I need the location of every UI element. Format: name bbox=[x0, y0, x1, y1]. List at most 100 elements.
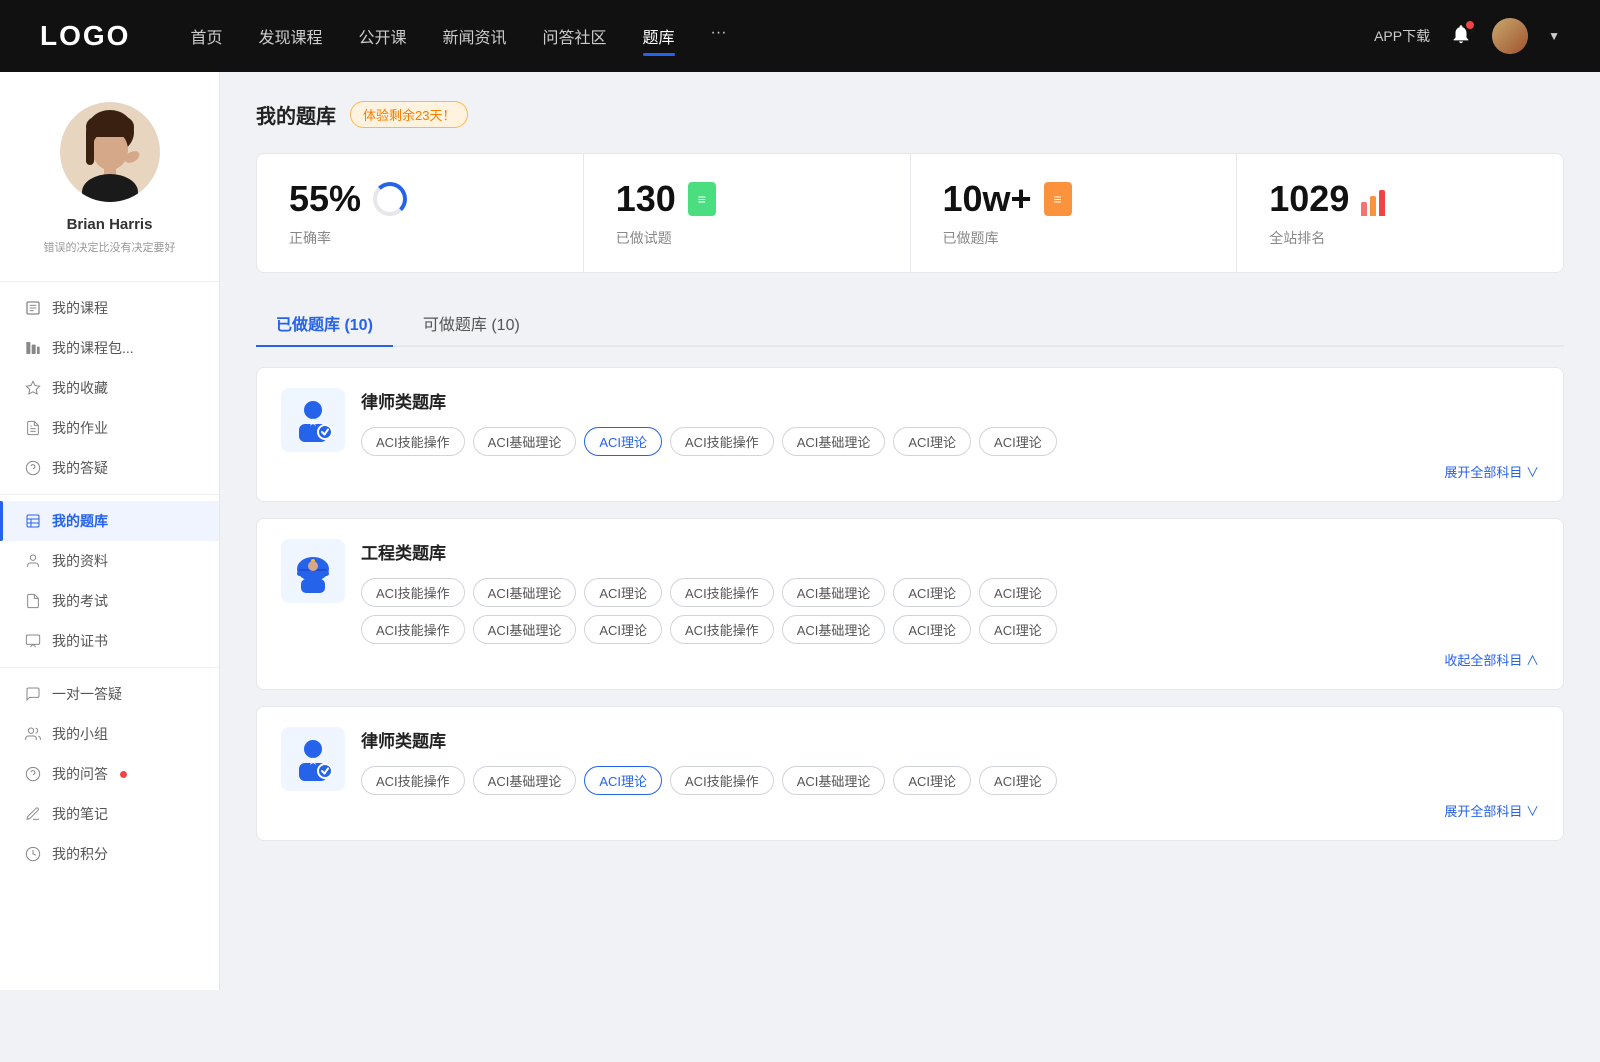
sidebar-label-homework: 我的作业 bbox=[52, 418, 108, 438]
qbank-tag-1-3[interactable]: ACI理论 bbox=[584, 427, 662, 456]
questions-icon bbox=[24, 459, 42, 477]
nav-opencourse[interactable]: 公开课 bbox=[358, 20, 406, 52]
qbank-tag-1-7[interactable]: ACI理论 bbox=[979, 427, 1057, 456]
stat-label-done-b: 已做题库 bbox=[943, 228, 1205, 248]
qbank-tag-2-12[interactable]: ACI基础理论 bbox=[782, 615, 886, 644]
sidebar-item-notes[interactable]: 我的笔记 bbox=[0, 794, 219, 834]
qbank-tag-2-2[interactable]: ACI基础理论 bbox=[473, 578, 577, 607]
expand-button-1[interactable]: 展开全部科目 ∨ bbox=[1444, 462, 1539, 481]
user-dropdown-arrow[interactable]: ▼ bbox=[1548, 29, 1560, 43]
app-download-button[interactable]: APP下载 bbox=[1374, 26, 1430, 46]
expand-row-1: 展开全部科目 ∨ bbox=[281, 462, 1539, 481]
qbank-tag-1-5[interactable]: ACI基础理论 bbox=[782, 427, 886, 456]
stat-label-accuracy: 正确率 bbox=[289, 228, 551, 248]
tab-available-banks[interactable]: 可做题库 (10) bbox=[403, 301, 540, 345]
stat-accuracy: 55% 正确率 bbox=[257, 154, 584, 272]
sidebar-item-questions[interactable]: 我的答疑 bbox=[0, 448, 219, 488]
qbank-tag-2-14[interactable]: ACI理论 bbox=[979, 615, 1057, 644]
qbank-tag-2-3[interactable]: ACI理论 bbox=[584, 578, 662, 607]
qbank-tag-3-4[interactable]: ACI技能操作 bbox=[670, 766, 774, 795]
qbank-tag-2-9[interactable]: ACI基础理论 bbox=[473, 615, 577, 644]
sidebar-menu: 我的课程 我的课程包... 我的收藏 我的作业 bbox=[0, 275, 219, 874]
qbank-tags-2-row2: ACI技能操作 ACI基础理论 ACI理论 ACI技能操作 ACI基础理论 AC… bbox=[361, 615, 1539, 644]
qbank-info-1: 律师类题库 ACI技能操作 ACI基础理论 ACI理论 ACI技能操作 ACI基… bbox=[361, 388, 1539, 456]
qbank-tag-3-6[interactable]: ACI理论 bbox=[893, 766, 971, 795]
stats-row: 55% 正确率 130 已做试题 10w+ 已做题库 bbox=[256, 153, 1564, 273]
qbank-tag-3-2[interactable]: ACI基础理论 bbox=[473, 766, 577, 795]
nav-home[interactable]: 首页 bbox=[190, 20, 222, 52]
sidebar-label-questions: 我的答疑 bbox=[52, 458, 108, 478]
qbank-tags-1: ACI技能操作 ACI基础理论 ACI理论 ACI技能操作 ACI基础理论 AC… bbox=[361, 427, 1539, 456]
qbank-tag-1-4[interactable]: ACI技能操作 bbox=[670, 427, 774, 456]
stat-done-questions: 130 已做试题 bbox=[584, 154, 911, 272]
qbank-tag-3-1[interactable]: ACI技能操作 bbox=[361, 766, 465, 795]
1on1-icon bbox=[24, 685, 42, 703]
sidebar-item-my-qa[interactable]: 我的问答 bbox=[0, 754, 219, 794]
sidebar-item-my-courses[interactable]: 我的课程 bbox=[0, 288, 219, 328]
qa-notification-dot bbox=[120, 771, 127, 778]
nav-discover[interactable]: 发现课程 bbox=[258, 20, 322, 52]
qbank-tag-2-13[interactable]: ACI理论 bbox=[893, 615, 971, 644]
sidebar-item-favorites[interactable]: 我的收藏 bbox=[0, 368, 219, 408]
qbank-card-3: 律师类题库 ACI技能操作 ACI基础理论 ACI理论 ACI技能操作 ACI基… bbox=[256, 706, 1564, 841]
sidebar-divider-1 bbox=[0, 281, 219, 282]
sidebar-item-exam[interactable]: 我的考试 bbox=[0, 581, 219, 621]
qbank-icon-lawyer-3 bbox=[281, 727, 345, 791]
qbank-info-3: 律师类题库 ACI技能操作 ACI基础理论 ACI理论 ACI技能操作 ACI基… bbox=[361, 727, 1539, 795]
sidebar-item-certificate[interactable]: 我的证书 bbox=[0, 621, 219, 661]
stat-label-done-q: 已做试题 bbox=[616, 228, 878, 248]
sidebar-item-course-package[interactable]: 我的课程包... bbox=[0, 328, 219, 368]
qbank-tag-1-6[interactable]: ACI理论 bbox=[893, 427, 971, 456]
nav-more[interactable]: ··· bbox=[711, 20, 727, 52]
collapse-button-2[interactable]: 收起全部科目 ∧ bbox=[1444, 650, 1539, 669]
notification-bell[interactable] bbox=[1450, 23, 1472, 50]
done-questions-icon bbox=[688, 182, 716, 216]
qbank-tag-1-2[interactable]: ACI基础理论 bbox=[473, 427, 577, 456]
qbank-tag-2-1[interactable]: ACI技能操作 bbox=[361, 578, 465, 607]
qbank-tag-1-1[interactable]: ACI技能操作 bbox=[361, 427, 465, 456]
engineer-svg bbox=[289, 547, 337, 595]
qbank-tag-3-5[interactable]: ACI基础理论 bbox=[782, 766, 886, 795]
sidebar-item-homework[interactable]: 我的作业 bbox=[0, 408, 219, 448]
user-avatar[interactable] bbox=[1492, 18, 1528, 54]
sidebar-item-profile[interactable]: 我的资料 bbox=[0, 541, 219, 581]
navbar-logo[interactable]: LOGO bbox=[40, 20, 130, 52]
qbank-tag-3-3[interactable]: ACI理论 bbox=[584, 766, 662, 795]
tabs-row: 已做题库 (10) 可做题库 (10) bbox=[256, 301, 1564, 347]
sidebar-username: Brian Harris bbox=[67, 216, 153, 233]
stat-label-rank: 全站排名 bbox=[1269, 228, 1531, 248]
qbank-tag-3-7[interactable]: ACI理论 bbox=[979, 766, 1057, 795]
qbank-icon bbox=[24, 512, 42, 530]
sidebar-avatar-image bbox=[60, 102, 160, 202]
nav-qbank[interactable]: 题库 bbox=[643, 20, 675, 52]
navbar: LOGO 首页 发现课程 公开课 新闻资讯 问答社区 题库 ··· APP下载 … bbox=[0, 0, 1600, 72]
sidebar-label-my-courses: 我的课程 bbox=[52, 298, 108, 318]
qbank-tag-2-11[interactable]: ACI技能操作 bbox=[670, 615, 774, 644]
stat-top-done-q: 130 bbox=[616, 178, 878, 220]
expand-row-3: 展开全部科目 ∨ bbox=[281, 801, 1539, 820]
sidebar-label-certificate: 我的证书 bbox=[52, 631, 108, 651]
qbank-info-2: 工程类题库 ACI技能操作 ACI基础理论 ACI理论 ACI技能操作 ACI基… bbox=[361, 539, 1539, 644]
stat-value-accuracy: 55% bbox=[289, 178, 361, 220]
qbank-tag-2-7[interactable]: ACI理论 bbox=[979, 578, 1057, 607]
sidebar-item-points[interactable]: 我的积分 bbox=[0, 834, 219, 874]
qbank-tag-2-6[interactable]: ACI理论 bbox=[893, 578, 971, 607]
tab-done-banks[interactable]: 已做题库 (10) bbox=[256, 301, 393, 345]
qbank-tag-2-5[interactable]: ACI基础理论 bbox=[782, 578, 886, 607]
sidebar-item-1on1[interactable]: 一对一答疑 bbox=[0, 674, 219, 714]
qbank-tag-2-10[interactable]: ACI理论 bbox=[584, 615, 662, 644]
sidebar-item-group[interactable]: 我的小组 bbox=[0, 714, 219, 754]
qbank-card-2: 工程类题库 ACI技能操作 ACI基础理论 ACI理论 ACI技能操作 ACI基… bbox=[256, 518, 1564, 690]
qbank-title-3: 律师类题库 bbox=[361, 727, 1539, 752]
nav-news[interactable]: 新闻资讯 bbox=[443, 20, 507, 52]
qbank-tag-2-8[interactable]: ACI技能操作 bbox=[361, 615, 465, 644]
sidebar-label-profile: 我的资料 bbox=[52, 551, 108, 571]
stat-done-banks: 10w+ 已做题库 bbox=[911, 154, 1238, 272]
nav-qa[interactable]: 问答社区 bbox=[543, 20, 607, 52]
qbank-tag-2-4[interactable]: ACI技能操作 bbox=[670, 578, 774, 607]
page-wrapper: Brian Harris 错误的决定比没有决定要好 我的课程 我的课程包... bbox=[0, 72, 1600, 990]
sidebar: Brian Harris 错误的决定比没有决定要好 我的课程 我的课程包... bbox=[0, 72, 220, 990]
favorites-icon bbox=[24, 379, 42, 397]
expand-button-3[interactable]: 展开全部科目 ∨ bbox=[1444, 801, 1539, 820]
sidebar-item-qbank[interactable]: 我的题库 bbox=[0, 501, 219, 541]
